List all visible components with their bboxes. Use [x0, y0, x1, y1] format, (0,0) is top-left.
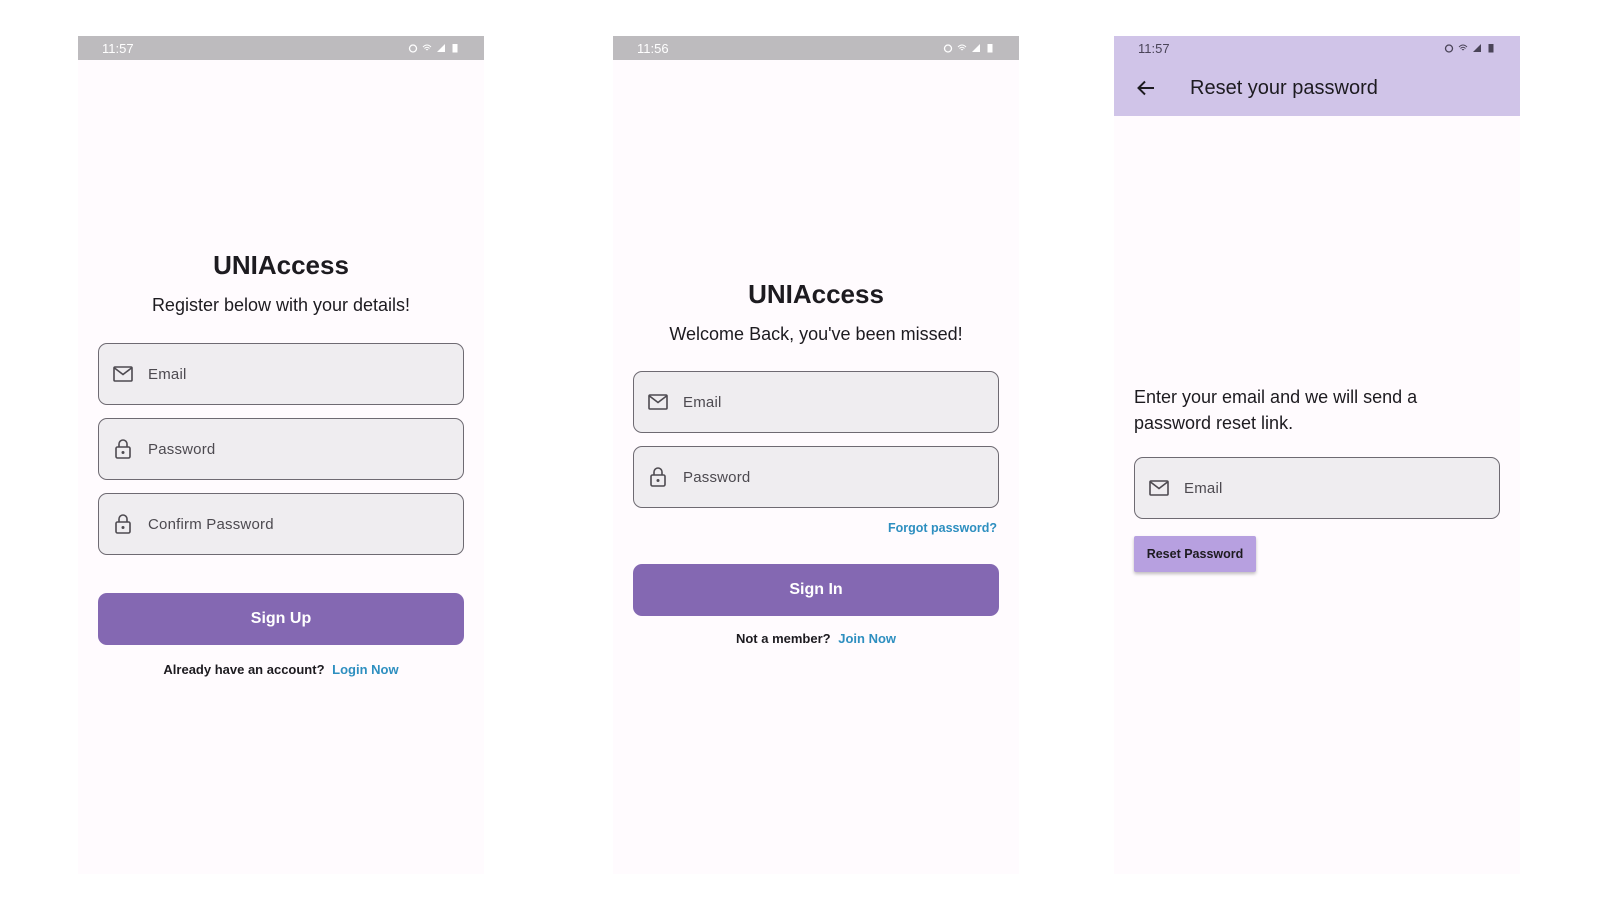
battery-icon [985, 43, 995, 53]
lock-icon [647, 466, 669, 488]
back-arrow-icon[interactable] [1134, 76, 1158, 100]
wifi-icon [1458, 43, 1468, 53]
mail-icon [1148, 477, 1170, 499]
signal-icon [1472, 43, 1482, 53]
password-field[interactable]: Password [98, 418, 464, 480]
page-subtitle: Register below with your details! [151, 295, 411, 315]
sign-in-button[interactable]: Sign In [633, 564, 999, 616]
status-icons [943, 43, 995, 53]
app-bar-title: Reset your password [1190, 76, 1378, 99]
login-header: UNIAccess Welcome Back, you've been miss… [613, 279, 1019, 345]
battery-icon [1486, 43, 1496, 53]
signal-icon [971, 43, 981, 53]
email-placeholder: Email [148, 365, 187, 383]
wifi-icon [422, 43, 432, 53]
login-prompt: Already have an account? Login Now [78, 662, 484, 677]
email-placeholder: Email [1184, 479, 1223, 497]
status-bar: 11:57 [1114, 36, 1520, 60]
alarm-icon [943, 43, 953, 53]
status-time: 11:57 [1138, 40, 1170, 56]
email-placeholder: Email [683, 393, 722, 411]
page-subtitle: Welcome Back, you've been missed! [669, 324, 963, 344]
password-placeholder: Password [148, 440, 216, 458]
register-header: UNIAccess Register below with your detai… [78, 250, 484, 316]
login-now-link[interactable]: Login Now [332, 662, 398, 677]
wifi-icon [957, 43, 967, 53]
reset-password-button[interactable]: Reset Password [1134, 536, 1256, 572]
mail-icon [112, 363, 134, 385]
sign-up-button[interactable]: Sign Up [98, 593, 464, 645]
app-title: UNIAccess [748, 279, 884, 309]
login-prompt-text: Already have an account? [163, 662, 325, 677]
lock-icon [112, 438, 134, 460]
mail-icon [647, 391, 669, 413]
password-placeholder: Password [683, 468, 751, 486]
join-prompt-text: Not a member? [735, 631, 831, 646]
status-time: 11:57 [102, 40, 134, 56]
status-bar: 11:56 [613, 36, 1019, 60]
status-icons [408, 43, 460, 53]
register-screen: 11:57 UNIAccess Register below with your… [78, 36, 484, 874]
battery-icon [450, 43, 460, 53]
join-now-link[interactable]: Join Now [838, 631, 896, 646]
email-field[interactable]: Email [1134, 457, 1500, 519]
confirm-password-field[interactable]: Confirm Password [98, 493, 464, 555]
status-bar: 11:57 [78, 36, 484, 60]
alarm-icon [408, 43, 418, 53]
status-time: 11:56 [637, 40, 669, 56]
app-bar: Reset your password [1114, 60, 1520, 116]
email-field[interactable]: Email [633, 371, 999, 433]
confirm-password-placeholder: Confirm Password [148, 515, 274, 533]
password-field[interactable]: Password [633, 446, 999, 508]
reset-description: Enter your email and we will send a pass… [1134, 387, 1418, 433]
status-icons [1444, 43, 1496, 53]
forgot-password-link[interactable]: Forgot password? [888, 521, 997, 535]
signal-icon [436, 43, 446, 53]
lock-icon [112, 513, 134, 535]
email-field[interactable]: Email [98, 343, 464, 405]
join-prompt: Not a member? Join Now [613, 631, 1019, 646]
alarm-icon [1444, 43, 1454, 53]
reset-password-screen: 11:57 Reset your password Enter your ema… [1114, 36, 1520, 874]
login-screen: 11:56 UNIAccess Welcome Back, you've bee… [613, 36, 1019, 874]
app-title: UNIAccess [213, 250, 349, 280]
